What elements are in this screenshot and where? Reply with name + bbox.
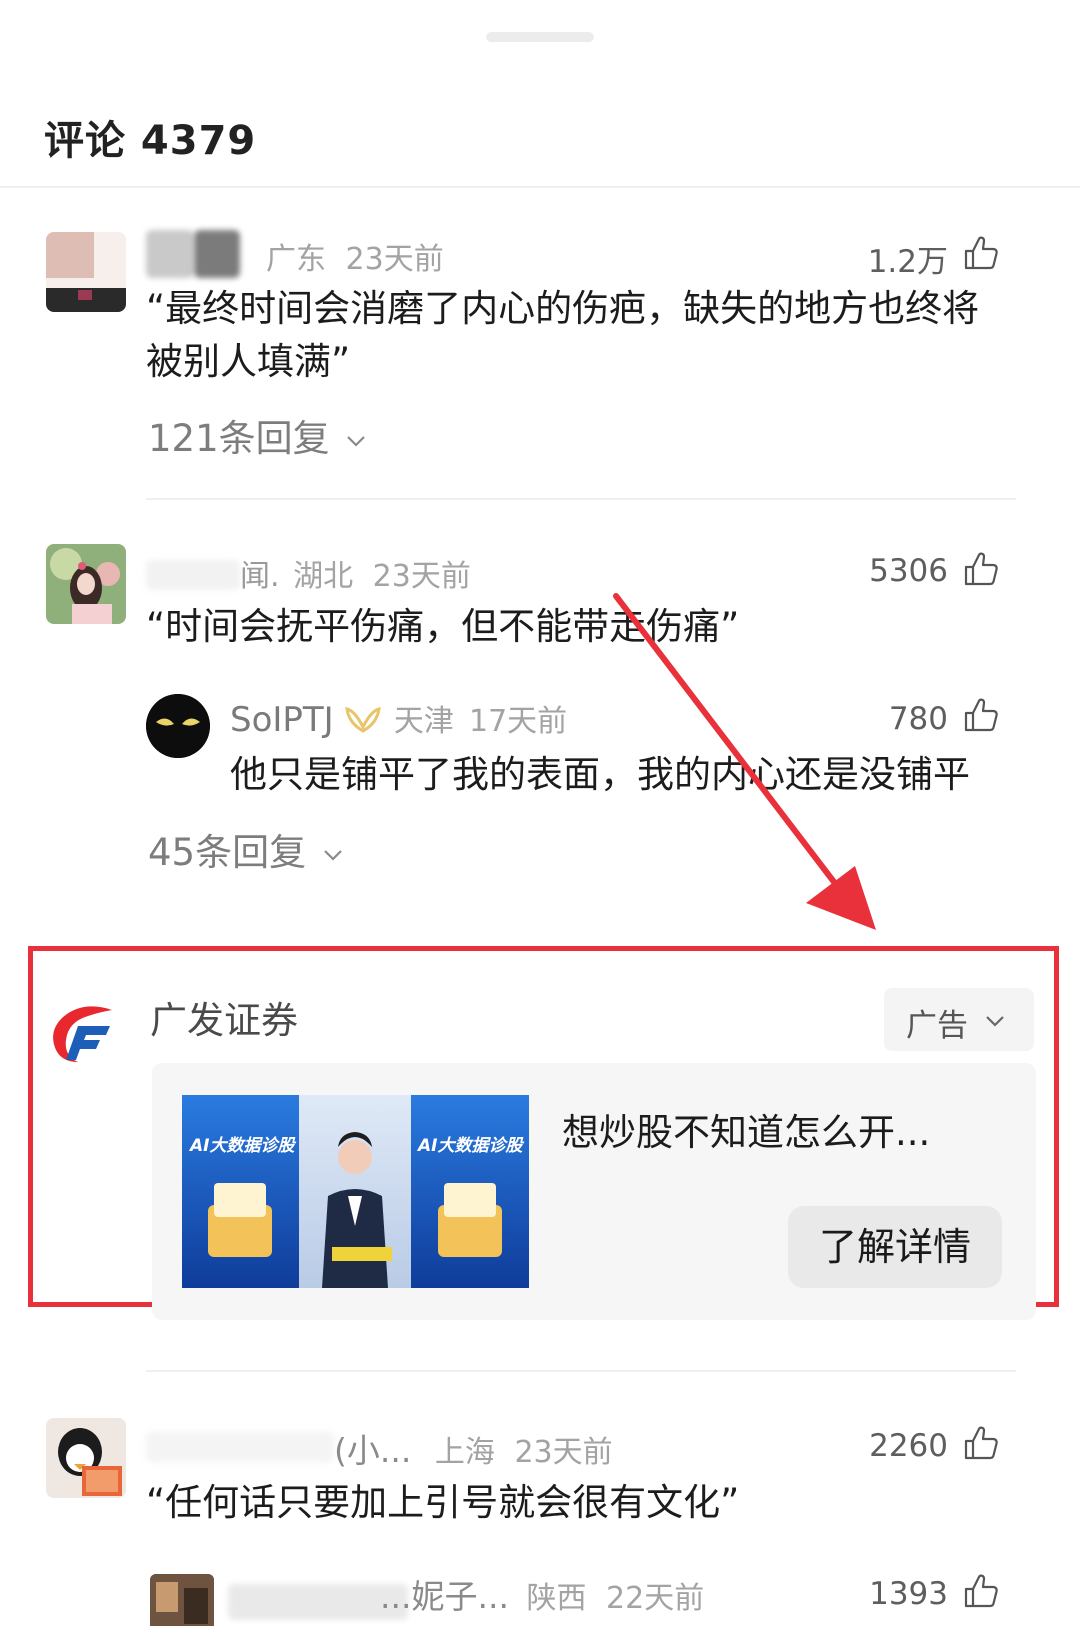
avatar[interactable] bbox=[46, 544, 126, 624]
avatar[interactable] bbox=[46, 1418, 126, 1498]
comment-meta: (小... 上海 23天前 bbox=[334, 1424, 613, 1472]
avatar[interactable] bbox=[46, 232, 126, 312]
comment-time: 23天前 bbox=[514, 1435, 613, 1470]
reply-meta: SoIPTJ 天津 17天前 bbox=[230, 696, 567, 740]
comment-meta: 闻. 湖北 23天前 bbox=[240, 551, 471, 595]
advertiser-name[interactable]: 广发证券 bbox=[150, 990, 298, 1044]
advertiser-logo[interactable] bbox=[50, 1002, 116, 1062]
ad-tag-button[interactable]: 广告 bbox=[884, 988, 1034, 1051]
thumbs-up-icon[interactable] bbox=[962, 1424, 1000, 1462]
comment-author-fragment: ...妮子... bbox=[380, 1577, 509, 1616]
ad-image-caption: AI大数据诊股 bbox=[418, 1136, 523, 1156]
comments-title: 评论 4379 bbox=[44, 118, 257, 164]
comment-text: “任何话只要加上引号就会很有文化” bbox=[146, 1481, 740, 1524]
comment-meta: ...妮子... 陕西 22天前 bbox=[380, 1570, 704, 1618]
reply-avatar[interactable] bbox=[146, 694, 210, 758]
thumbs-up-icon[interactable] bbox=[962, 550, 1000, 588]
chevron-down-icon bbox=[324, 849, 342, 861]
chevron-down-icon bbox=[347, 435, 366, 447]
sheet-grabber[interactable] bbox=[486, 32, 594, 42]
comment-region: 广东 bbox=[266, 242, 326, 277]
avatar-image bbox=[46, 1418, 126, 1498]
view-replies-button[interactable]: 45条回复 bbox=[148, 822, 344, 876]
avatar-image bbox=[150, 1574, 214, 1626]
ad-headline[interactable]: 想炒股不知道怎么开... bbox=[562, 1102, 930, 1156]
comment-time: 23天前 bbox=[372, 559, 471, 594]
reply-time: 17天前 bbox=[469, 704, 568, 739]
comment-time: 22天前 bbox=[606, 1581, 705, 1616]
comment-text: “时间会抚平伤痛，但不能带走伤痛” bbox=[146, 605, 740, 648]
thumbs-up-icon[interactable] bbox=[962, 234, 1000, 272]
comment-region: 湖北 bbox=[293, 559, 354, 594]
reply-author[interactable]: SoIPTJ bbox=[230, 700, 334, 740]
comment-author-fragment: (小... bbox=[334, 1431, 412, 1470]
thumbs-up-icon[interactable] bbox=[962, 1572, 1000, 1610]
blurred-username bbox=[146, 560, 240, 590]
reply-text: 他只是铺平了我的表面，我的内心还是没铺平 bbox=[230, 753, 970, 796]
blurred-username bbox=[146, 1432, 334, 1462]
like-count: 5306 bbox=[869, 553, 948, 589]
avatar-image bbox=[146, 694, 210, 758]
blurred-username-part bbox=[194, 230, 240, 278]
like-count: 780 bbox=[888, 701, 948, 737]
reply-region: 天津 bbox=[393, 704, 454, 739]
ad-image[interactable]: AI大数据诊股 AI大数据诊股 bbox=[182, 1095, 529, 1288]
like-count: 2260 bbox=[869, 1428, 948, 1464]
like-count: 1393 bbox=[869, 1576, 948, 1612]
comment-divider bbox=[146, 1370, 1016, 1372]
comment-meta: 广东 23天前 bbox=[266, 234, 444, 278]
learn-more-button[interactable]: 了解详情 bbox=[788, 1206, 1002, 1288]
comment-time: 23天前 bbox=[345, 242, 444, 277]
view-replies-button[interactable]: 121条回复 bbox=[148, 408, 367, 462]
comment-author-fragment: 闻. bbox=[240, 559, 280, 594]
like-count: 1.2万 bbox=[867, 244, 948, 280]
comment-divider bbox=[146, 498, 1016, 500]
vip-badge-icon bbox=[345, 707, 381, 733]
reply-avatar[interactable] bbox=[150, 1574, 214, 1626]
replies-label: 45条回复 bbox=[148, 831, 307, 874]
avatar-image bbox=[46, 232, 126, 312]
thumbs-up-icon[interactable] bbox=[962, 696, 1000, 734]
avatar-image bbox=[46, 544, 126, 624]
blurred-username bbox=[146, 230, 194, 278]
header-divider bbox=[0, 186, 1080, 188]
replies-label: 121条回复 bbox=[148, 417, 330, 460]
comment-region: 上海 bbox=[434, 1435, 495, 1470]
ad-image-caption: AI大数据诊股 bbox=[190, 1136, 295, 1156]
comment-region: 陕西 bbox=[526, 1581, 587, 1616]
ad-image-graphic bbox=[182, 1095, 529, 1288]
ad-tag-label: 广告 bbox=[906, 1008, 968, 1044]
comment-text: “最终时间会消磨了内心的伤疤，缺失的地方也终将被别人填满” bbox=[146, 287, 980, 383]
chevron-down-icon bbox=[986, 1016, 1004, 1027]
